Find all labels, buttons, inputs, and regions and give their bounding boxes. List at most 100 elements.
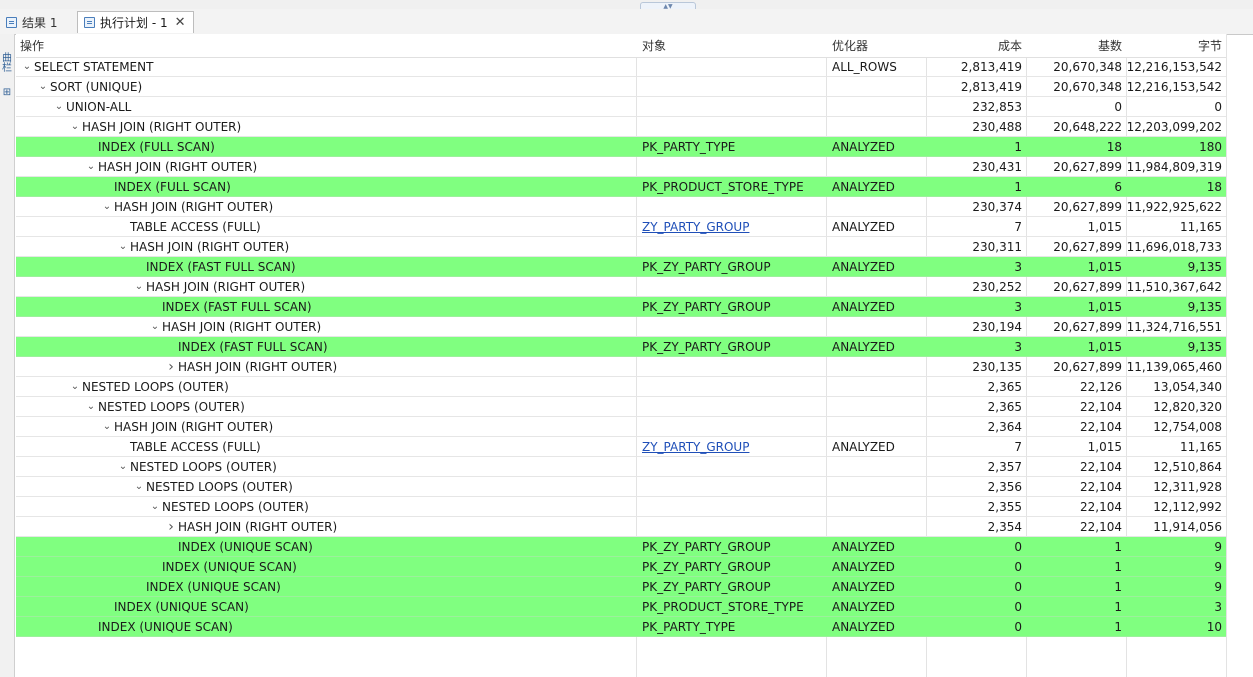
object-link[interactable]: ZY_PARTY_GROUP: [638, 217, 826, 236]
plan-row[interactable]: ⌄ HASH JOIN (RIGHT OUTER) 230,194 20,627,89…: [16, 317, 1226, 337]
chevron-down-icon[interactable]: ⌄: [84, 401, 98, 412]
plan-row[interactable]: INDEX (UNIQUE SCAN) PK_ZY_PARTY_GROUP ANAL…: [16, 557, 1226, 577]
close-icon[interactable]: ✕: [175, 15, 186, 30]
object-cell-text: PK_ZY_PARTY_GROUP: [642, 579, 771, 594]
tab-explain-plan[interactable]: 执行计划 - 1 ✕: [77, 11, 194, 33]
object-cell: [638, 517, 826, 536]
chevron-right-icon[interactable]: ›: [164, 359, 178, 375]
operation-cell: ⌄ HASH JOIN (RIGHT OUTER): [16, 277, 636, 296]
optimizer-cell: ALL_ROWS: [828, 57, 926, 76]
optimizer-cell: [828, 477, 926, 496]
header-cost[interactable]: 成本: [927, 34, 1026, 57]
header-object[interactable]: 对象: [638, 34, 826, 57]
tab-results[interactable]: 结果 1: [0, 11, 74, 33]
bytes-cell-text: 11,139,065,460: [1127, 359, 1222, 374]
cost-cell: 2,356: [927, 477, 1026, 496]
plan-row[interactable]: ⌄ SELECT STATEMENT ALL_ROWS 2,813,419 20,670…: [16, 57, 1226, 77]
plan-row[interactable]: TABLE ACCESS (FULL) ZY_PARTY_GROUP ANALYZE…: [16, 437, 1226, 457]
cost-cell-text: 230,252: [972, 279, 1022, 294]
plan-row[interactable]: ⌄ HASH JOIN (RIGHT OUTER) 230,374 20,627,89…: [16, 197, 1226, 217]
plan-row[interactable]: INDEX (UNIQUE SCAN) PK_ZY_PARTY_GROUP ANAL…: [16, 537, 1226, 557]
chevron-down-icon[interactable]: ⌄: [132, 281, 146, 292]
chevron-down-icon[interactable]: ⌄: [36, 81, 50, 92]
plan-row[interactable]: ⌄ NESTED LOOPS (OUTER) 2,356 22,104 12,311,9…: [16, 477, 1226, 497]
header-optimizer[interactable]: 优化器: [828, 34, 926, 57]
chevron-down-icon[interactable]: ⌄: [68, 381, 82, 392]
cost-cell-text: 3: [1014, 259, 1022, 274]
cost-cell-text: 2,364: [987, 419, 1022, 434]
header-bytes[interactable]: 字节: [1127, 34, 1226, 57]
plan-row[interactable]: INDEX (UNIQUE SCAN) PK_ZY_PARTY_GROUP ANAL…: [16, 577, 1226, 597]
chevron-right-icon[interactable]: ›: [164, 519, 178, 535]
chevron-down-icon[interactable]: ⌄: [20, 61, 34, 72]
object-cell-text: PK_ZY_PARTY_GROUP: [642, 339, 771, 354]
plan-row[interactable]: ⌄ SORT (UNIQUE) 2,813,419 20,670,348 12,216,…: [16, 77, 1226, 97]
bytes-cell: 18: [1127, 177, 1226, 196]
chevron-down-icon[interactable]: ⌄: [148, 321, 162, 332]
plan-row[interactable]: INDEX (FAST FULL SCAN) PK_ZY_PARTY_GROUP A…: [16, 337, 1226, 357]
cardinality-cell: 1,015: [1027, 257, 1126, 276]
plan-row[interactable]: › HASH JOIN (RIGHT OUTER) 230,135 20,627,89…: [16, 357, 1226, 377]
optimizer-cell: ANALYZED: [828, 557, 926, 576]
object-cell-text: PK_PRODUCT_STORE_TYPE: [642, 599, 804, 614]
cardinality-cell: 18: [1027, 137, 1126, 156]
object-link[interactable]: ZY_PARTY_GROUP: [638, 437, 826, 456]
bytes-cell-text: 12,820,320: [1153, 399, 1222, 414]
optimizer-cell-text: ANALYZED: [832, 619, 895, 634]
chevron-down-icon[interactable]: ⌄: [116, 241, 130, 252]
chevron-down-icon[interactable]: ⌄: [116, 461, 130, 472]
chevron-down-icon[interactable]: ⌄: [52, 101, 66, 112]
optimizer-cell: [828, 317, 926, 336]
optimizer-cell: ANALYZED: [828, 297, 926, 316]
header-operation[interactable]: 操作: [16, 34, 636, 57]
bytes-cell-text: 11,165: [1180, 219, 1222, 234]
cardinality-cell-text: 20,670,348: [1053, 59, 1122, 74]
chevron-down-icon[interactable]: ⌄: [148, 501, 162, 512]
chevron-down-icon[interactable]: ⌄: [132, 481, 146, 492]
cardinality-cell: 1,015: [1027, 437, 1126, 456]
optimizer-cell-text: ANALYZED: [832, 579, 895, 594]
object-cell: PK_ZY_PARTY_GROUP: [638, 337, 826, 356]
operation-text: SORT (UNIQUE): [50, 79, 143, 94]
object-cell: [638, 317, 826, 336]
plan-row[interactable]: INDEX (UNIQUE SCAN) PK_PARTY_TYPE ANALYZED…: [16, 617, 1226, 637]
plan-row[interactable]: INDEX (UNIQUE SCAN) PK_PRODUCT_STORE_TYPE…: [16, 597, 1226, 617]
plan-row[interactable]: ⌄ HASH JOIN (RIGHT OUTER) 230,311 20,627,89…: [16, 237, 1226, 257]
header-cardinality[interactable]: 基数: [1027, 34, 1126, 57]
plan-row[interactable]: ⌄ HASH JOIN (RIGHT OUTER) 230,488 20,648,22…: [16, 117, 1226, 137]
plan-row[interactable]: ⌄ NESTED LOOPS (OUTER) 2,365 22,126 13,054,3…: [16, 377, 1226, 397]
plan-row[interactable]: ⌄ HASH JOIN (RIGHT OUTER) 230,431 20,627,89…: [16, 157, 1226, 177]
object-link-text[interactable]: ZY_PARTY_GROUP: [642, 440, 749, 454]
optimizer-cell: [828, 277, 926, 296]
plan-row[interactable]: ⌄ NESTED LOOPS (OUTER) 2,365 22,104 12,820,3…: [16, 397, 1226, 417]
grid-icon: [6, 16, 17, 28]
plan-row[interactable]: ⌄ HASH JOIN (RIGHT OUTER) 2,364 22,104 12,75…: [16, 417, 1226, 437]
object-cell: PK_PRODUCT_STORE_TYPE: [638, 177, 826, 196]
operation-text: HASH JOIN (RIGHT OUTER): [98, 159, 258, 174]
bytes-cell: 12,754,008: [1127, 417, 1226, 436]
chevron-down-icon[interactable]: ⌄: [68, 121, 82, 132]
cost-cell: 1: [927, 177, 1026, 196]
plan-row[interactable]: › HASH JOIN (RIGHT OUTER) 2,354 22,104 11,91…: [16, 517, 1226, 537]
chevron-down-icon[interactable]: ⌄: [100, 201, 114, 212]
table-view-icon[interactable]: ⊞: [1, 88, 13, 98]
plan-row[interactable]: ⌄ NESTED LOOPS (OUTER) 2,355 22,104 12,112,9…: [16, 497, 1226, 517]
object-cell-text: PK_ZY_PARTY_GROUP: [642, 299, 771, 314]
chevron-down-icon[interactable]: ⌄: [100, 421, 114, 432]
chevron-down-icon[interactable]: ⌄: [84, 161, 98, 172]
bytes-cell-text: 9,135: [1187, 339, 1222, 354]
plan-row[interactable]: INDEX (FULL SCAN) PK_PARTY_TYPE ANALYZED 1 1…: [16, 137, 1226, 157]
plan-row[interactable]: INDEX (FAST FULL SCAN) PK_ZY_PARTY_GROUP A…: [16, 297, 1226, 317]
operation-text: SELECT STATEMENT: [34, 59, 154, 74]
operation-text: NESTED LOOPS (OUTER): [130, 459, 277, 474]
plan-row[interactable]: ⌄ UNION-ALL 232,853 0 0: [16, 97, 1226, 117]
cardinality-cell-text: 1: [1114, 539, 1122, 554]
side-panel-button[interactable]: 曲 栏: [1, 54, 13, 74]
operation-cell: ⌄ HASH JOIN (RIGHT OUTER): [16, 237, 636, 256]
plan-row[interactable]: ⌄ HASH JOIN (RIGHT OUTER) 230,252 20,627,89…: [16, 277, 1226, 297]
plan-row[interactable]: INDEX (FULL SCAN) PK_PRODUCT_STORE_TYPE AN…: [16, 177, 1226, 197]
plan-row[interactable]: INDEX (FAST FULL SCAN) PK_ZY_PARTY_GROUP A…: [16, 257, 1226, 277]
object-link-text[interactable]: ZY_PARTY_GROUP: [642, 220, 749, 234]
plan-row[interactable]: TABLE ACCESS (FULL) ZY_PARTY_GROUP ANALYZE…: [16, 217, 1226, 237]
plan-row[interactable]: ⌄ NESTED LOOPS (OUTER) 2,357 22,104 12,510,8…: [16, 457, 1226, 477]
